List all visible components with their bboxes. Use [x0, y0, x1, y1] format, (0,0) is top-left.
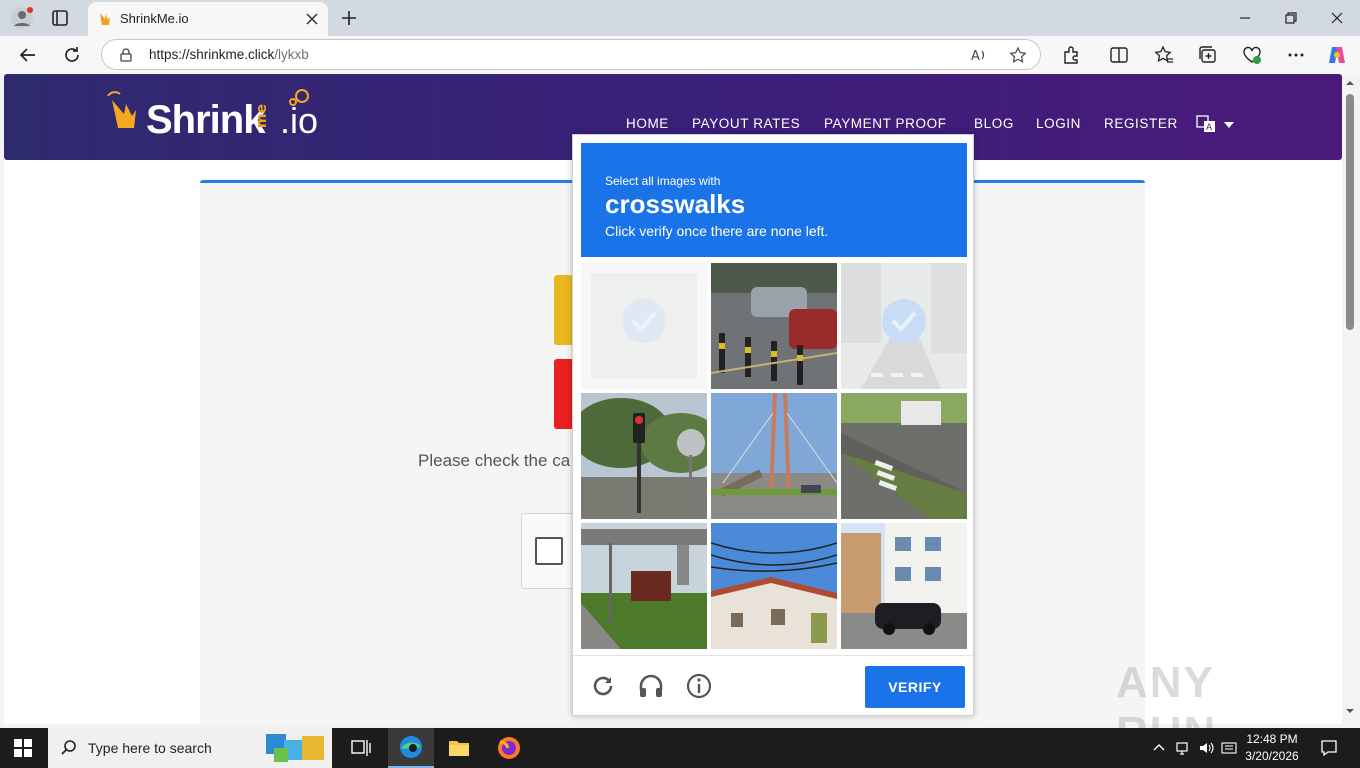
- clock-date: 3/20/2026: [1245, 749, 1299, 763]
- challenge-prompt: Select all images with: [605, 174, 721, 188]
- url-host: https://shrinkme.click: [149, 47, 275, 62]
- nav-payment-proof[interactable]: PAYMENT PROOF: [824, 116, 947, 131]
- back-icon[interactable]: [16, 43, 40, 67]
- logo-shrink: Shrink: [146, 98, 265, 142]
- logo-bubbles-icon: [289, 89, 309, 106]
- extensions-icon[interactable]: [1060, 44, 1082, 66]
- performance-heart-icon[interactable]: [1241, 44, 1263, 66]
- minimize-icon[interactable]: [1235, 8, 1255, 28]
- nav-login[interactable]: LOGIN: [1036, 116, 1081, 131]
- task-view-icon[interactable]: [338, 728, 384, 768]
- anyrun-watermark: ANY RUN: [1116, 656, 1316, 757]
- svg-text:A: A: [971, 49, 980, 64]
- info-icon[interactable]: [685, 672, 713, 700]
- selected-check-icon: [882, 299, 926, 343]
- selected-check-icon: [622, 299, 666, 343]
- close-icon[interactable]: [304, 11, 320, 27]
- translate-icon[interactable]: A: [1196, 114, 1216, 134]
- tab-actions-icon[interactable]: [50, 8, 70, 28]
- more-options-icon[interactable]: [1285, 44, 1307, 66]
- nav-blog[interactable]: BLOG: [974, 116, 1014, 131]
- svg-text:A: A: [1206, 123, 1213, 133]
- verify-button[interactable]: VERIFY: [865, 666, 965, 708]
- browser-toolbar: https://shrinkme.click/lykxb A: [0, 36, 1360, 74]
- firefox-icon[interactable]: [486, 728, 532, 768]
- favorites-icon[interactable]: [1153, 44, 1175, 66]
- profile-icon[interactable]: [10, 6, 34, 30]
- nav-register[interactable]: REGISTER: [1104, 116, 1178, 131]
- page-scrollbar[interactable]: [1342, 74, 1358, 724]
- challenge-hint: Click verify once there are none left.: [605, 223, 829, 239]
- network-icon[interactable]: [1175, 740, 1191, 756]
- clock-time: 12:48 PM: [1246, 732, 1298, 746]
- collections-icon[interactable]: [1197, 44, 1219, 66]
- taskbar-search[interactable]: Type here to search: [48, 728, 332, 768]
- site-logo[interactable]: Shrink me .io: [104, 88, 344, 148]
- scroll-thumb[interactable]: [1346, 94, 1354, 330]
- nav-home[interactable]: HOME: [626, 116, 669, 131]
- scroll-up-icon[interactable]: [1345, 78, 1355, 88]
- language-icon[interactable]: [1221, 740, 1237, 756]
- search-placeholder: Type here to search: [88, 740, 212, 756]
- image-tile-7[interactable]: [581, 523, 707, 649]
- hand-pointer-icon: [107, 91, 136, 128]
- chevron-down-icon[interactable]: [1224, 122, 1234, 128]
- favorite-star-icon[interactable]: [1009, 46, 1027, 64]
- challenge-header: Select all images with crosswalks Click …: [581, 143, 967, 257]
- tab-title: ShrinkMe.io: [120, 11, 189, 26]
- edge-icon: [400, 736, 422, 758]
- captcha-challenge: Select all images with crosswalks Click …: [572, 134, 974, 716]
- refresh-icon[interactable]: [60, 43, 84, 67]
- url-text[interactable]: https://shrinkme.click/lykxb: [149, 47, 309, 62]
- restore-icon[interactable]: [1281, 8, 1301, 28]
- hand-pointer-icon: [100, 13, 110, 25]
- taskbar-clock[interactable]: 12:48 PM 3/20/2026: [1236, 731, 1308, 765]
- image-tile-2[interactable]: [711, 263, 837, 389]
- image-tile-3[interactable]: [841, 263, 967, 389]
- volume-icon[interactable]: [1198, 740, 1214, 756]
- headphones-icon[interactable]: [637, 672, 665, 700]
- image-tile-4[interactable]: [581, 393, 707, 519]
- nav-payout-rates[interactable]: PAYOUT RATES: [692, 116, 800, 131]
- windows-start-icon[interactable]: [14, 739, 32, 757]
- captcha-instruction-text: Please check the ca: [418, 451, 571, 470]
- image-grid: [581, 263, 967, 649]
- notifications-icon[interactable]: [1320, 739, 1338, 757]
- browser-titlebar: ShrinkMe.io: [0, 0, 1360, 36]
- split-screen-icon[interactable]: [1108, 44, 1130, 66]
- challenge-keyword: crosswalks: [605, 189, 746, 219]
- window-close-icon[interactable]: [1327, 8, 1347, 28]
- logo-me: me: [254, 104, 270, 129]
- url-path: /lykxb: [274, 47, 309, 62]
- read-aloud-icon[interactable]: A: [970, 46, 988, 64]
- taskbar-edge[interactable]: [388, 728, 434, 768]
- search-icon: [61, 740, 76, 755]
- reload-icon[interactable]: [589, 672, 617, 700]
- image-tile-6[interactable]: [841, 393, 967, 519]
- lock-icon[interactable]: [118, 47, 134, 63]
- copilot-icon[interactable]: [1326, 44, 1348, 66]
- image-tile-8[interactable]: [711, 523, 837, 649]
- chevron-up-icon[interactable]: [1151, 740, 1167, 756]
- new-tab-icon[interactable]: [338, 7, 360, 29]
- image-tile-5[interactable]: [711, 393, 837, 519]
- address-bar[interactable]: https://shrinkme.click/lykxb A: [101, 39, 1041, 70]
- file-explorer-icon[interactable]: [436, 728, 482, 768]
- image-tile-9[interactable]: [841, 523, 967, 649]
- browser-tab[interactable]: ShrinkMe.io: [88, 2, 328, 36]
- image-tile-1[interactable]: [581, 263, 707, 389]
- scroll-down-icon[interactable]: [1345, 706, 1355, 716]
- puzzle-pieces-icon: [266, 734, 324, 762]
- recaptcha-checkbox[interactable]: [535, 537, 563, 565]
- windows-taskbar: Type here to search 12:48 PM 3/20/2026: [0, 728, 1360, 768]
- challenge-footer: VERIFY: [573, 655, 973, 715]
